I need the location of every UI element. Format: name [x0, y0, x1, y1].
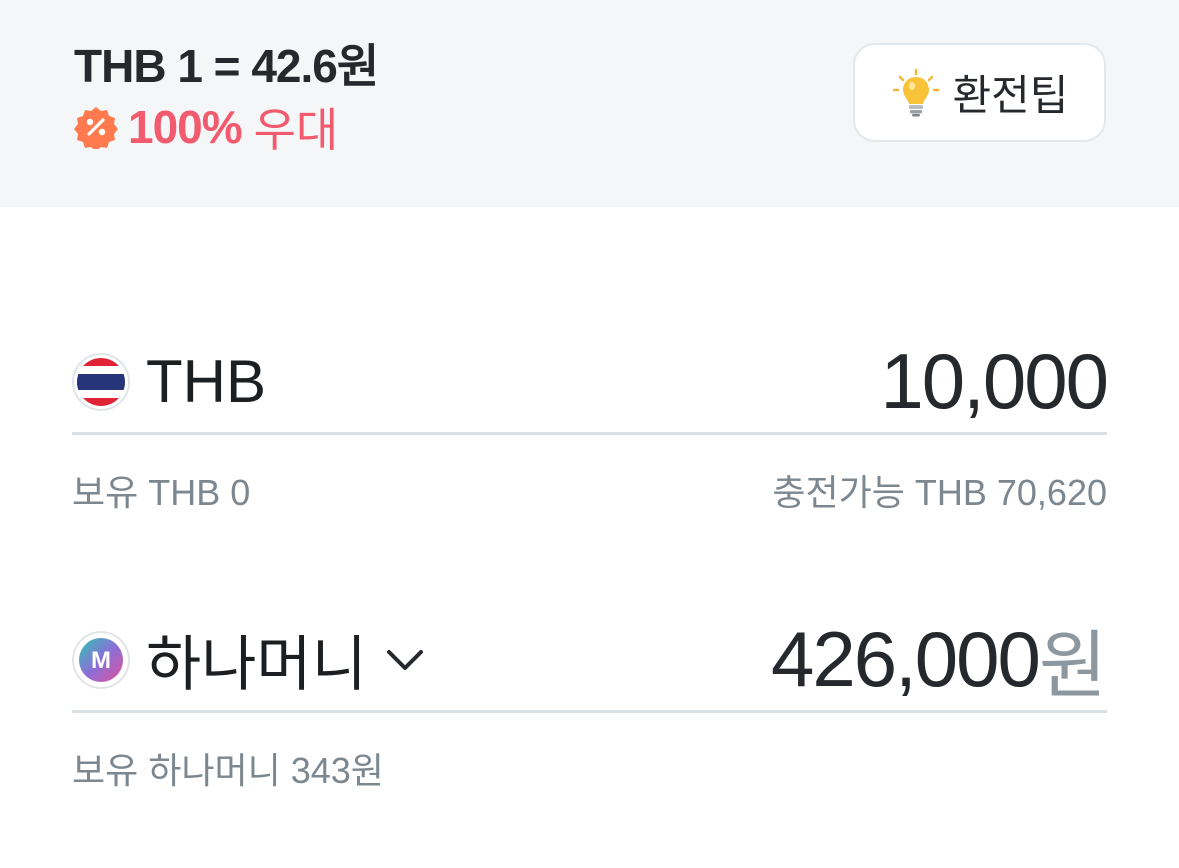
- from-divider: [72, 432, 1107, 435]
- discount-percent: 100%: [128, 101, 243, 153]
- to-currency-row[interactable]: M 하나머니 426,000 원: [72, 608, 1107, 711]
- discount-info: 100% 우대: [74, 100, 338, 156]
- from-currency-row[interactable]: THB 10,000: [72, 330, 1109, 433]
- exchange-tip-button[interactable]: 환전팁: [853, 43, 1106, 142]
- to-balance: 보유 하나머니 343원: [72, 750, 384, 791]
- chevron-down-icon: [386, 649, 423, 670]
- hana-money-icon: M: [72, 630, 130, 689]
- lightbulb-icon: [892, 68, 939, 116]
- from-amount-input[interactable]: 10,000: [880, 330, 1109, 433]
- to-divider: [72, 710, 1107, 713]
- to-amount-unit: 원: [1038, 624, 1107, 707]
- to-currency-name: 하나머니: [146, 631, 367, 698]
- to-amount-display: 426,000 원: [771, 608, 1107, 711]
- percent-badge-icon: [74, 107, 118, 149]
- exchange-header: THB 1 = 42.6원 100% 우대 환전팁: [0, 0, 1179, 207]
- svg-text:M: M: [91, 647, 111, 674]
- from-amount-value: 10,000: [880, 337, 1109, 425]
- to-amount-value: 426,000: [770, 615, 1041, 703]
- from-currency-code: THB: [146, 348, 266, 415]
- exchange-rate: THB 1 = 42.6원: [74, 40, 379, 92]
- to-currency-selector[interactable]: M 하나머니: [72, 608, 427, 711]
- discount-label: 우대: [253, 104, 339, 156]
- tip-button-label: 환전팁: [952, 72, 1069, 119]
- thailand-flag-icon: [72, 352, 130, 411]
- from-chargeable: 충전가능 THB 70,620: [772, 472, 1107, 513]
- from-balance: 보유 THB 0: [72, 472, 251, 513]
